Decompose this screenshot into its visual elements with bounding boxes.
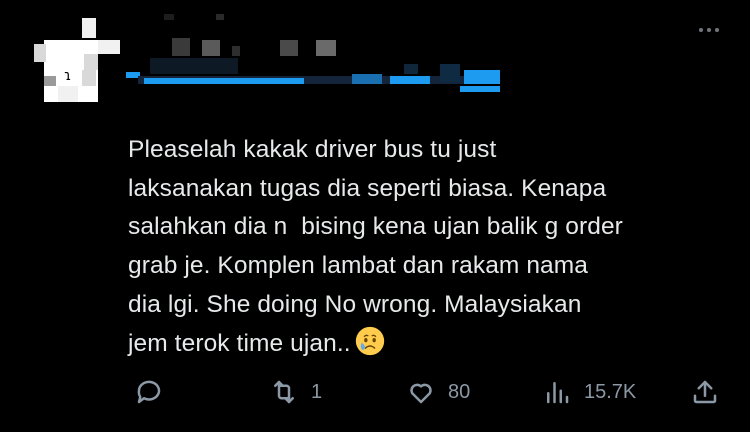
tweet-text-line: dia lgi. She doing No wrong. Malaysiakan [128,290,582,318]
avatar-mark: ɿ [64,68,72,84]
share-icon [693,380,717,404]
more-dot [715,28,719,32]
reply-button[interactable] [134,372,176,412]
tweet-text-last-line: jem terok time ujan.. [128,325,738,364]
reply-icon [137,380,161,404]
tweet-text-line: grab je. Komplen lambat dan rakam nama [128,252,589,280]
retweet-count: 1 [311,380,323,403]
action-bar: 1 80 15.7K [128,372,728,412]
tweet-text: Pleaselah kakak driver bus tu just laksa… [128,131,738,363]
avatar[interactable]: ɿ [22,18,122,104]
tweet-card: ɿ Pleaselah kakak driver bus tu just lak… [0,0,750,432]
share-button[interactable] [690,372,732,412]
more-dot [707,28,711,32]
retweet-button[interactable]: 1 [269,372,322,412]
retweet-icon [274,380,294,404]
tweet-text-line: laksanakan tugas dia seperti biasa. Kena… [128,174,607,202]
heart-icon [410,383,432,404]
more-options-button[interactable] [694,18,724,42]
author-name-redacted[interactable] [120,14,510,98]
tweet-text-line: jem terok time ujan.. [128,329,351,357]
views-icon [547,382,569,404]
tweet-text-line: salahkan dia n bising kena ujan balik g … [128,213,623,241]
views-count: 15.7K [584,380,637,403]
like-count: 80 [448,380,471,403]
more-horizontal-icon [699,28,703,32]
tweet-text-line: Pleaselah kakak driver bus tu just [128,136,497,163]
crying-face-emoji [355,326,384,355]
like-button[interactable]: 80 [406,372,470,412]
views-button[interactable]: 15.7K [542,372,636,412]
